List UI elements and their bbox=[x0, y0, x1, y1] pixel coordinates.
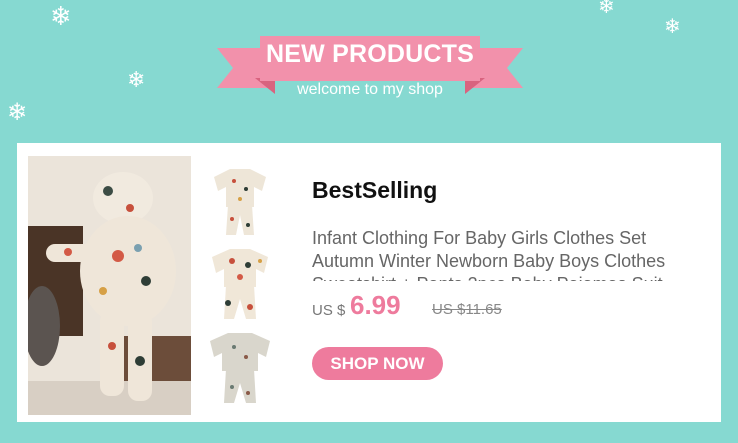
product-main-photo[interactable] bbox=[28, 156, 191, 415]
shop-now-button[interactable]: SHOP NOW bbox=[312, 347, 443, 380]
original-price: US $11.65 bbox=[432, 301, 502, 318]
snowflake-icon: ❄ bbox=[598, 0, 615, 18]
currency-label: US $ bbox=[312, 302, 346, 319]
product-thumbnail[interactable] bbox=[202, 325, 277, 405]
product-thumbnail[interactable] bbox=[202, 159, 277, 239]
banner-title: NEW PRODUCTS bbox=[266, 40, 474, 68]
snowflake-icon: ❄ bbox=[7, 98, 28, 126]
new-products-banner: NEW PRODUCTS welcome to my shop bbox=[215, 26, 525, 106]
sale-price: 6.99 bbox=[350, 290, 401, 320]
snowflake-icon: ❄ bbox=[127, 68, 146, 93]
product-card: BestSelling Infant Clothing For Baby Gir… bbox=[17, 143, 721, 422]
snowflake-icon: ❄ bbox=[664, 14, 681, 38]
banner-subtitle: welcome to my shop bbox=[297, 81, 443, 98]
snowflake-icon: ❄ bbox=[50, 2, 72, 32]
section-title: BestSelling bbox=[312, 177, 438, 203]
product-thumbnail[interactable] bbox=[202, 241, 277, 321]
product-description[interactable]: Infant Clothing For Baby Girls Clothes S… bbox=[312, 227, 702, 281]
